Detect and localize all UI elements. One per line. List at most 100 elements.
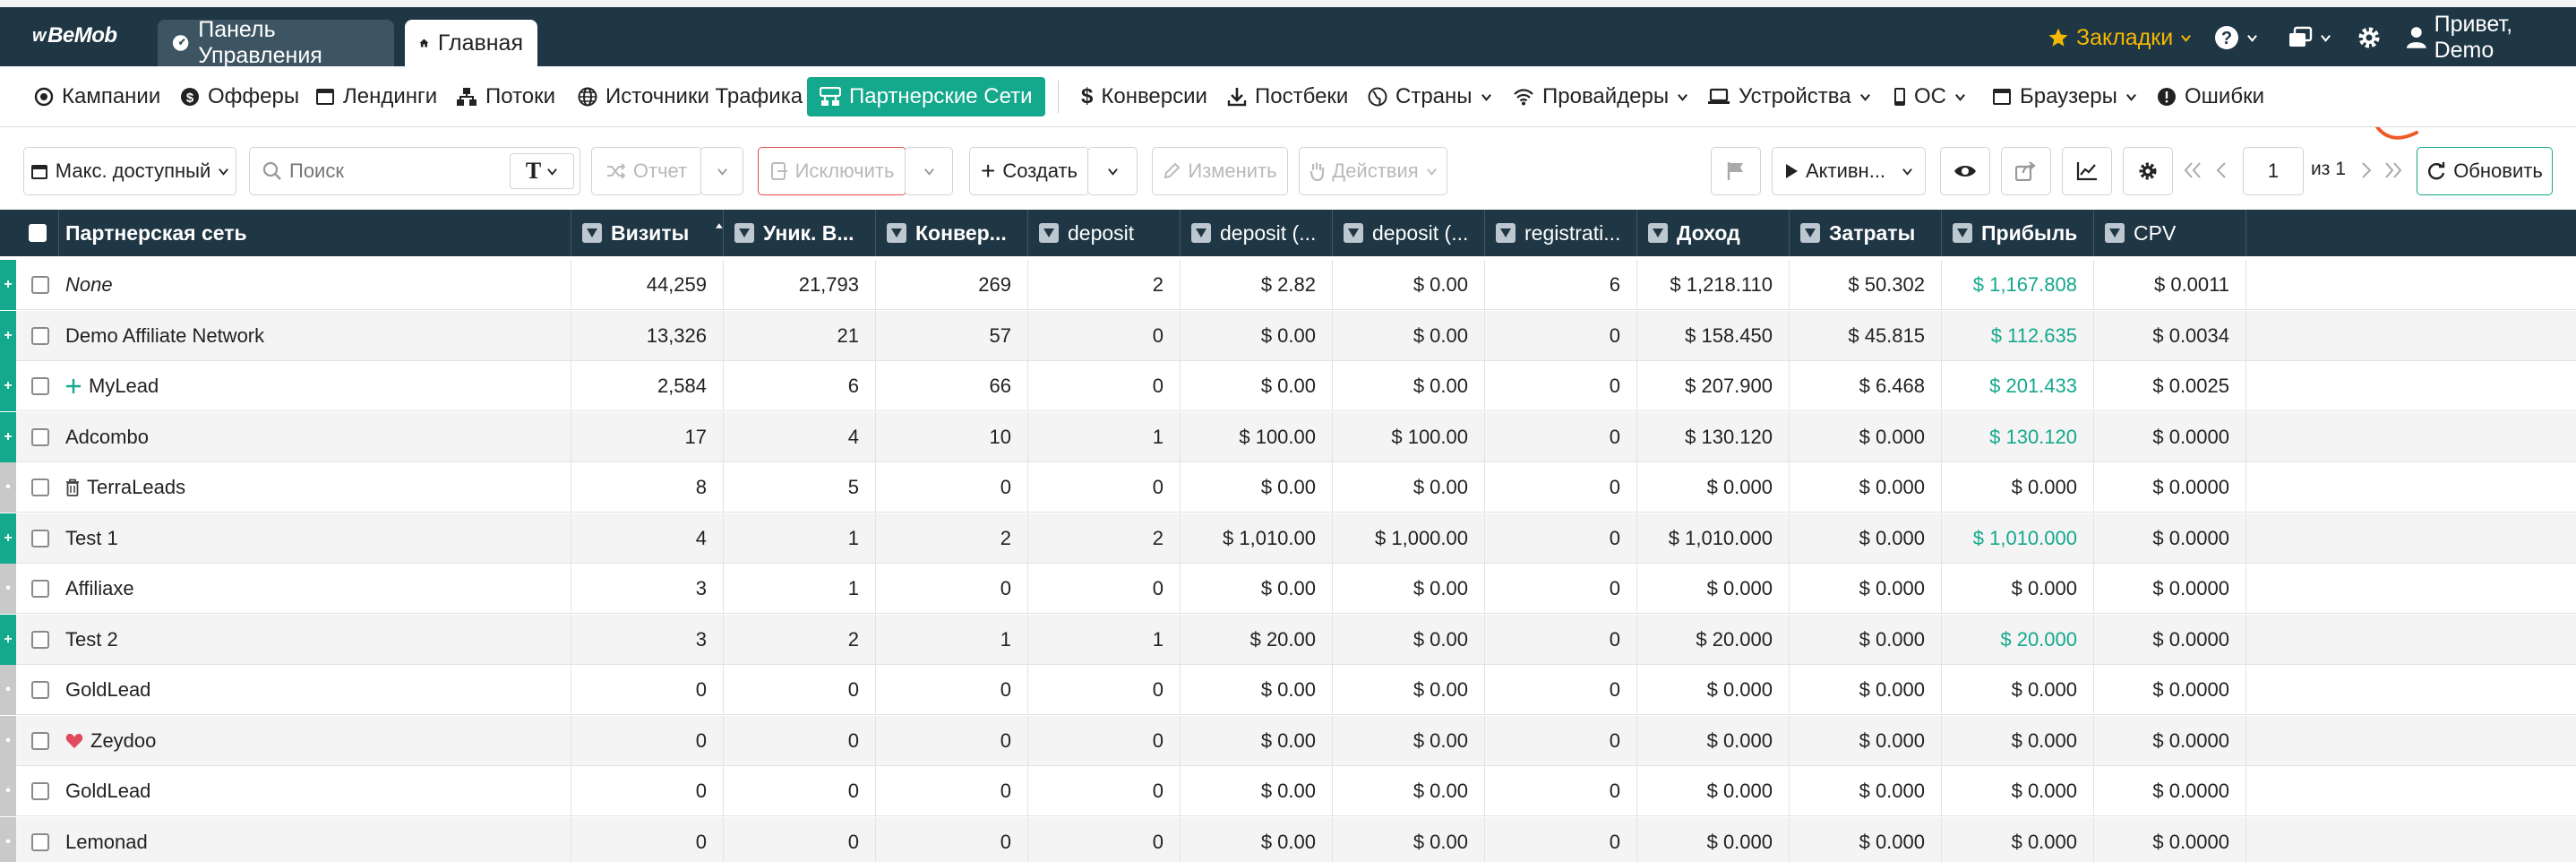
row-checkbox[interactable] [31, 782, 49, 800]
nav-conversions[interactable]: $ Конверсии [1081, 77, 1207, 116]
row-checkbox[interactable] [31, 832, 49, 851]
row-checkbox[interactable] [31, 377, 49, 395]
row-status-indicator[interactable]: • [0, 462, 16, 513]
expand-row-toggle[interactable]: + [0, 310, 16, 361]
column-header-revenue[interactable]: Доход [1637, 210, 1790, 256]
column-header-unique-visits[interactable]: Уник. В... [724, 210, 876, 256]
table-row[interactable]: • Affiliaxe 3 1 0 0 $ 0.00 $ 0.00 0 $ 0.000 $ 0.00… [0, 564, 2576, 614]
refresh-button[interactable]: Обновить [2417, 147, 2553, 195]
prev-page-button[interactable] [2212, 159, 2230, 181]
row-checkbox[interactable] [31, 427, 49, 446]
column-header-visits[interactable]: Визиты [571, 210, 724, 256]
search-input[interactable] [289, 159, 495, 183]
filter-icon[interactable] [1800, 223, 1820, 243]
filter-icon[interactable] [1496, 223, 1516, 243]
expand-row-toggle[interactable]: + [0, 513, 16, 564]
table-row[interactable]: + Test 2 3 2 1 1 $ 20.00 $ 0.00 0 $ 20.000 $ 0.000… [0, 614, 2576, 665]
nav-countries[interactable]: Страны [1368, 77, 1492, 116]
cell-name[interactable]: GoldLead [59, 665, 571, 715]
logo[interactable]: w BeMob [32, 23, 117, 48]
edit-button[interactable]: Изменить [1152, 147, 1288, 195]
expand-row-toggle[interactable]: + [0, 361, 16, 411]
column-header-profit[interactable]: Прибыль [1942, 210, 2094, 256]
column-header-registration[interactable]: registrati... [1485, 210, 1637, 256]
row-checkbox[interactable] [31, 276, 49, 294]
chart-button[interactable] [2062, 147, 2112, 195]
column-header-deposit[interactable]: deposit [1028, 210, 1181, 256]
workspaces-menu[interactable] [2288, 20, 2331, 56]
date-range-select[interactable]: Макс. доступный [23, 147, 236, 195]
cell-name[interactable]: Adcombo [59, 411, 571, 462]
row-checkbox[interactable] [31, 580, 49, 598]
help-menu[interactable]: ? [2214, 20, 2258, 56]
status-filter-select[interactable]: Активн... [1772, 147, 1926, 195]
table-row[interactable]: • TerraLeads 8 5 0 0 $ 0.00 $ 0.00 0 $ 0.000 $ 0.0… [0, 462, 2576, 513]
column-header-conversions[interactable]: Конвер... [876, 210, 1028, 256]
page-input[interactable]: 1 [2243, 147, 2304, 195]
settings-button[interactable] [2356, 20, 2383, 56]
nav-traffic-sources[interactable]: Источники Трафика [578, 77, 803, 116]
cell-name[interactable]: MyLead [59, 361, 571, 411]
exclude-dropdown[interactable] [905, 147, 953, 195]
table-row[interactable]: • Lemonad 0 0 0 0 $ 0.00 $ 0.00 0 $ 0.000 $ 0.000 $… [0, 816, 2576, 862]
nav-landers[interactable]: Лендинги [315, 77, 437, 116]
report-dropdown[interactable] [700, 147, 743, 195]
row-checkbox[interactable] [31, 529, 49, 547]
last-page-button[interactable] [2383, 159, 2404, 181]
column-header-cpv[interactable]: CPV [2094, 210, 2246, 256]
actions-menu[interactable]: Действия [1299, 147, 1447, 195]
row-checkbox[interactable] [31, 681, 49, 699]
table-row[interactable]: + None 44,259 21,793 269 2 $ 2.82 $ 0.00 6 $ 1,21… [0, 260, 2576, 310]
nav-campaigns[interactable]: Кампании [34, 77, 160, 116]
table-row[interactable]: • GoldLead 0 0 0 0 $ 0.00 $ 0.00 0 $ 0.000 $ 0.000… [0, 766, 2576, 816]
tab-main[interactable]: Главная [405, 20, 537, 66]
expand-row-toggle[interactable]: + [0, 260, 16, 310]
column-header-cost[interactable]: Затраты [1790, 210, 1942, 256]
visibility-button[interactable] [1940, 147, 1990, 195]
filter-icon[interactable] [1344, 223, 1363, 243]
filter-icon[interactable] [1191, 223, 1211, 243]
nav-isps[interactable]: Провайдеры [1513, 77, 1688, 116]
tab-dashboard[interactable]: Панель Управления [158, 17, 394, 68]
row-status-indicator[interactable]: • [0, 766, 16, 816]
filter-icon[interactable] [2105, 223, 2125, 243]
row-status-indicator[interactable]: • [0, 715, 16, 766]
row-checkbox[interactable] [31, 326, 49, 345]
row-status-indicator[interactable]: • [0, 816, 16, 862]
filter-icon[interactable] [1648, 223, 1668, 243]
nav-browsers[interactable]: Браузеры [1992, 77, 2137, 116]
expand-row-toggle[interactable]: + [0, 411, 16, 462]
first-page-button[interactable] [2182, 159, 2203, 181]
column-header-deposit-revenue[interactable]: deposit (... [1181, 210, 1333, 256]
columns-settings-button[interactable] [2123, 147, 2173, 195]
nav-affiliate-networks[interactable]: Партнерские Сети [807, 77, 1045, 116]
table-row[interactable]: + Test 1 4 1 2 2 $ 1,010.00 $ 1,000.00 0 $ 1,010.… [0, 513, 2576, 564]
filter-icon[interactable] [1953, 223, 1972, 243]
cell-name[interactable]: None [59, 260, 571, 310]
create-button[interactable]: + Создать [969, 147, 1089, 195]
expand-row-toggle[interactable]: + [0, 614, 16, 665]
cell-name[interactable]: Zeydoo [59, 715, 571, 766]
cell-name[interactable]: GoldLead [59, 766, 571, 816]
cell-name[interactable]: Test 1 [59, 513, 571, 564]
nav-errors[interactable]: Ошибки [2157, 77, 2264, 116]
search-type-select[interactable]: T [510, 153, 574, 189]
filter-icon[interactable] [887, 223, 906, 243]
cell-name[interactable]: TerraLeads [59, 462, 571, 513]
filter-icon[interactable] [1039, 223, 1059, 243]
table-row[interactable]: • Zeydoo 0 0 0 0 $ 0.00 $ 0.00 0 $ 0.000 $ 0.000 $ … [0, 715, 2576, 766]
nav-postbacks[interactable]: Постбеки [1227, 77, 1348, 116]
row-checkbox[interactable] [31, 478, 49, 496]
share-button[interactable] [2001, 147, 2051, 195]
next-page-button[interactable] [2357, 159, 2375, 181]
cell-name[interactable]: Affiliaxe [59, 564, 571, 614]
search-box[interactable]: T [249, 147, 580, 195]
cell-name[interactable]: Lemonad [59, 816, 571, 862]
row-status-indicator[interactable]: • [0, 665, 16, 715]
cell-name[interactable]: Demo Affiliate Network [59, 310, 571, 361]
column-header-deposit-2[interactable]: deposit (... [1333, 210, 1485, 256]
filter-icon[interactable] [734, 223, 754, 243]
row-status-indicator[interactable]: • [0, 564, 16, 614]
exclude-button[interactable]: Исключить [758, 147, 906, 195]
nav-devices[interactable]: Устройства [1707, 77, 1871, 116]
